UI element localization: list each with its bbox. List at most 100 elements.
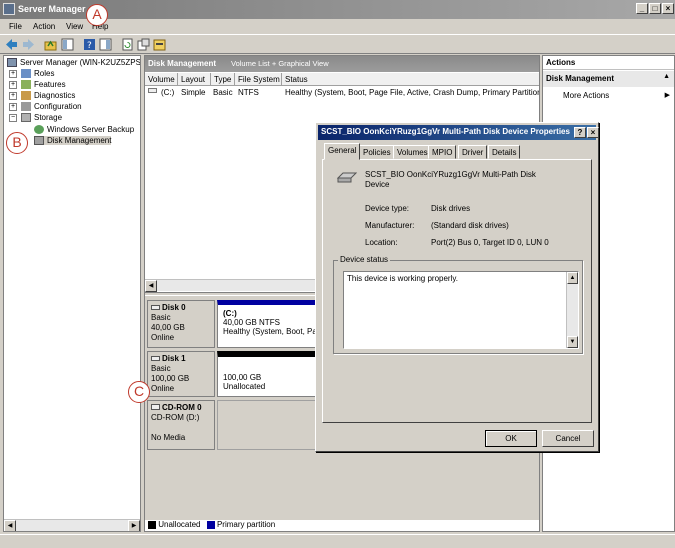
- device-name: SCST_BIO OonKciYRuzg1GgVr Multi-Path Dis…: [365, 170, 536, 189]
- pane-header: Disk Management Volume List + Graphical …: [145, 56, 539, 72]
- disk-0-partition-c[interactable]: (C:) 40,00 GB NTFS Healthy (System, Boot…: [217, 300, 319, 348]
- tab-mpio[interactable]: MPIO: [428, 145, 457, 159]
- tree-item-disk-management[interactable]: Disk Management: [34, 136, 112, 146]
- callout-a: A: [86, 4, 108, 26]
- legend-primary-label: Primary partition: [216, 520, 276, 529]
- location-label: Location:: [365, 238, 398, 247]
- device-type-label: Device type:: [365, 204, 410, 213]
- column-type[interactable]: Type: [211, 73, 235, 86]
- forward-arrow-icon[interactable]: [22, 38, 35, 51]
- cell-layout: Simple: [181, 88, 206, 97]
- scroll-up-icon[interactable]: ▲: [567, 272, 578, 284]
- disk-0-name: Disk 0: [162, 303, 186, 312]
- dialog-help-button[interactable]: ?: [574, 127, 586, 138]
- disk-0-label[interactable]: Disk 0 Basic 40,00 GB Online: [147, 300, 215, 348]
- submenu-arrow-icon: ▶: [664, 92, 670, 99]
- tree-item-windows-server-backup[interactable]: Windows Server Backup: [34, 125, 134, 135]
- more-actions-label: More Actions: [563, 91, 610, 100]
- roles-icon: [21, 69, 31, 79]
- column-layout[interactable]: Layout: [178, 73, 211, 86]
- device-status-textbox[interactable]: This device is working properly. ▲ ▼: [343, 271, 579, 349]
- more-actions-item[interactable]: More Actions ▶: [563, 91, 674, 100]
- location-value: Port(2) Bus 0, Target ID 0, LUN 0: [431, 238, 549, 247]
- storage-icon: [21, 113, 31, 123]
- tab-general[interactable]: General: [324, 143, 361, 160]
- tree-item-storage[interactable]: Storage: [21, 113, 62, 123]
- menu-file[interactable]: File: [9, 22, 22, 31]
- properties-pane-icon[interactable]: [99, 38, 112, 51]
- backup-icon: [34, 125, 44, 135]
- tree-root[interactable]: Server Manager (WIN-K2UZ5ZPSSE: [7, 58, 140, 68]
- show-hide-tree-icon[interactable]: [61, 38, 74, 51]
- expand-features-icon[interactable]: +: [9, 81, 17, 89]
- disk-1-state: Online: [151, 384, 175, 393]
- tree-item-features[interactable]: Features: [21, 80, 66, 90]
- cell-volume: (C:): [161, 88, 175, 97]
- disk-1-unallocated[interactable]: 100,00 GB Unallocated: [217, 351, 319, 397]
- ok-button[interactable]: OK: [485, 430, 537, 447]
- cancel-button[interactable]: Cancel: [542, 430, 594, 447]
- maximize-button[interactable]: □: [649, 3, 661, 14]
- column-volume[interactable]: Volume: [145, 73, 178, 86]
- actions-section-header[interactable]: Disk Management ▲: [543, 71, 674, 87]
- tree-item-diagnostics[interactable]: Diagnostics: [21, 91, 75, 101]
- up-folder-icon[interactable]: [44, 38, 57, 51]
- partition-c-name: (C:): [223, 309, 237, 318]
- close-button[interactable]: ×: [662, 3, 674, 14]
- column-file-system[interactable]: File System: [235, 73, 282, 86]
- disk-1-label[interactable]: Disk 1 Basic 100,00 GB Online: [147, 351, 215, 397]
- back-arrow-icon[interactable]: [5, 38, 18, 51]
- device-status-label: Device status: [338, 255, 391, 264]
- status-scrollbar[interactable]: ▲ ▼: [566, 272, 578, 348]
- general-tab-panel: SCST_BIO OonKciYRuzg1GgVr Multi-Path Dis…: [322, 159, 592, 423]
- collapse-arrow-icon[interactable]: ▲: [663, 73, 670, 80]
- menu-view[interactable]: View: [66, 22, 83, 31]
- unallocated-status: Unallocated: [223, 382, 266, 391]
- dialog-title-bar: SCST_BIO OonKciYRuzg1GgVr Multi-Path Dis…: [318, 125, 596, 140]
- collapse-storage-icon[interactable]: −: [9, 114, 17, 122]
- expand-diagnostics-icon[interactable]: +: [9, 92, 17, 100]
- refresh-icon[interactable]: [121, 38, 134, 51]
- scroll-left-icon[interactable]: ◀: [145, 280, 157, 292]
- scroll-down-icon[interactable]: ▼: [567, 336, 578, 348]
- pane-subtitle: Volume List + Graphical View: [231, 59, 329, 68]
- scroll-left-icon[interactable]: ◀: [4, 520, 16, 531]
- tree-horizontal-scrollbar[interactable]: ◀ ▶: [4, 519, 140, 531]
- minimize-button[interactable]: _: [636, 3, 648, 14]
- actions-title: Actions: [543, 56, 674, 70]
- server-icon: [7, 58, 17, 68]
- disk-properties-icon[interactable]: [153, 38, 166, 51]
- disk-1-type: Basic: [151, 364, 171, 373]
- legend-unallocated-swatch: [148, 520, 156, 529]
- column-status[interactable]: Status: [282, 73, 539, 86]
- menu-action[interactable]: Action: [33, 22, 55, 31]
- legend-primary-swatch: [206, 520, 215, 529]
- cell-file-system: NTFS: [238, 88, 259, 97]
- server-manager-icon: [3, 3, 15, 15]
- callout-c: C: [128, 381, 150, 403]
- device-status-group: Device status This device is working pro…: [333, 255, 583, 354]
- svg-text:?: ?: [87, 41, 92, 51]
- tab-driver[interactable]: Driver: [458, 145, 488, 159]
- device-type-value: Disk drives: [431, 204, 471, 213]
- legend-unallocated-label: Unallocated: [158, 520, 201, 529]
- dialog-close-button[interactable]: ×: [587, 127, 599, 138]
- help-icon[interactable]: ?: [83, 38, 96, 51]
- tab-volumes[interactable]: Volumes: [393, 145, 432, 159]
- cdrom-icon: [151, 404, 160, 410]
- tree-item-configuration[interactable]: Configuration: [21, 102, 82, 112]
- scroll-right-icon[interactable]: ▶: [128, 520, 140, 531]
- cdrom-0-area[interactable]: [217, 400, 319, 450]
- settings-icon[interactable]: [137, 38, 150, 51]
- partition-c-size: 40,00 GB NTFS: [223, 318, 280, 327]
- cdrom-0-name: CD-ROM 0: [162, 403, 202, 412]
- tab-details[interactable]: Details: [488, 145, 521, 159]
- expand-roles-icon[interactable]: +: [9, 70, 17, 78]
- tree-item-roles[interactable]: Roles: [21, 69, 54, 79]
- unallocated-size: 100,00 GB: [223, 373, 262, 382]
- navigation-tree: Server Manager (WIN-K2UZ5ZPSSE + Roles +…: [3, 55, 141, 532]
- expand-configuration-icon[interactable]: +: [9, 103, 17, 111]
- cdrom-0-label[interactable]: CD-ROM 0 CD-ROM (D:) No Media: [147, 400, 215, 450]
- volume-row[interactable]: (C:) Simple Basic NTFS Healthy (System, …: [145, 87, 539, 99]
- tab-policies[interactable]: Policies: [359, 145, 395, 159]
